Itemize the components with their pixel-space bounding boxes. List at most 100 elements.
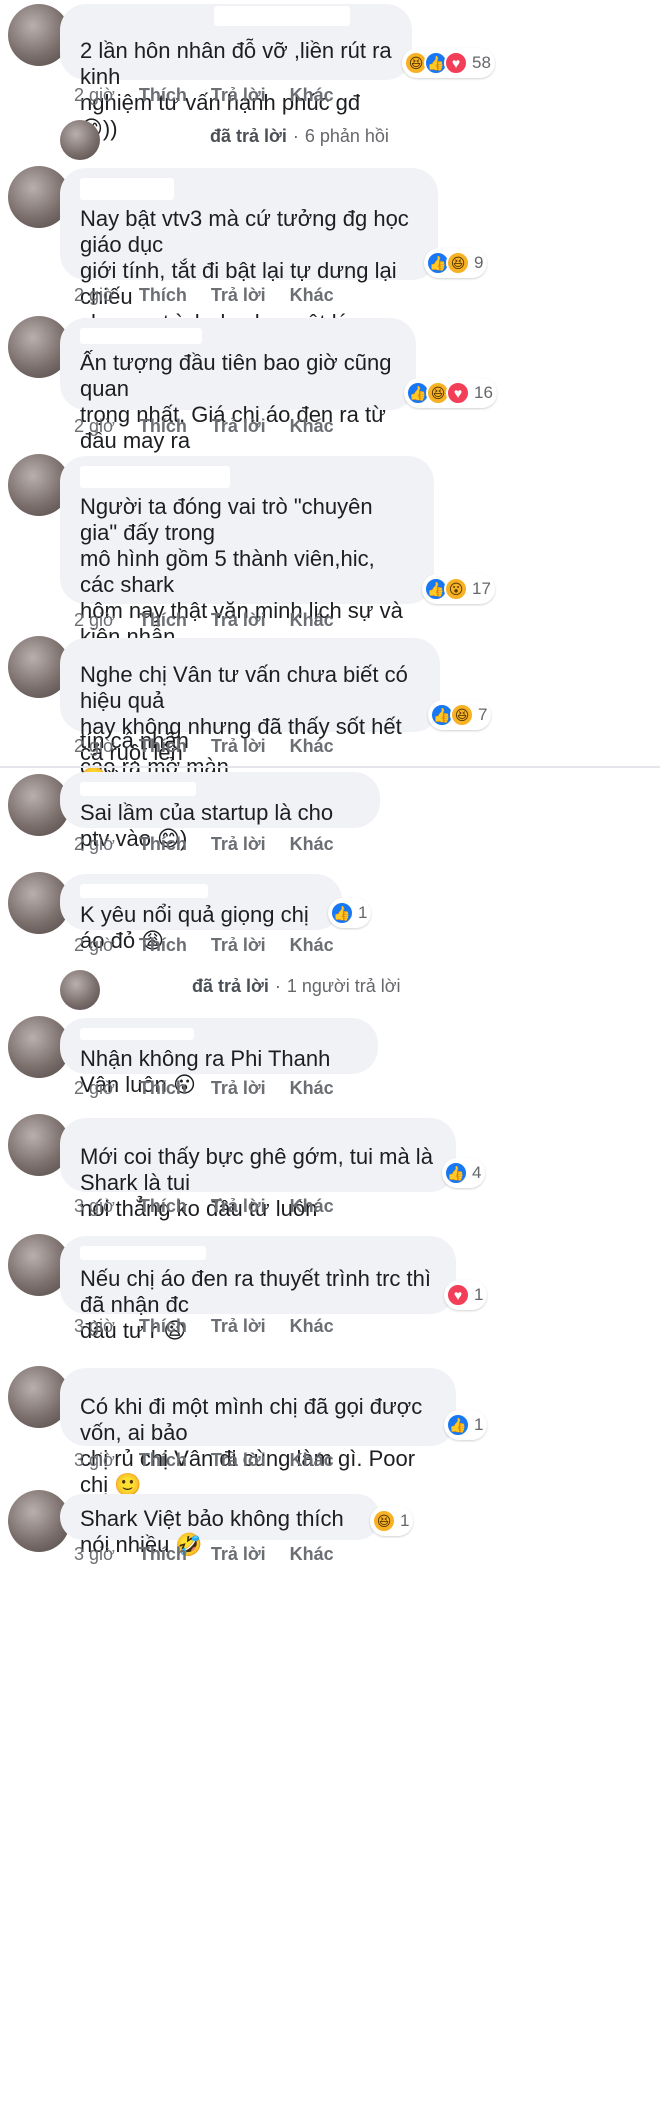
like-button[interactable]: Thích	[139, 1078, 187, 1099]
reply-button[interactable]: Trả lời	[211, 834, 266, 855]
reply-button[interactable]: Trả lời	[211, 1078, 266, 1099]
comment-actions: 3 giờ Thích Trả lời Khác	[74, 1196, 334, 1217]
more-button[interactable]: Khác	[290, 285, 334, 306]
replies-count: 1 người trả lời	[286, 976, 401, 996]
reply-button[interactable]: Trả lời	[211, 416, 266, 437]
commenter-name[interactable]	[214, 6, 350, 26]
commenter-name[interactable]	[80, 178, 174, 200]
replies-count: 6 phản hồi	[304, 126, 389, 146]
commenter-name[interactable]	[80, 1246, 206, 1260]
comment-time[interactable]: 3 giờ	[74, 1316, 115, 1337]
commenter-name[interactable]	[80, 466, 230, 488]
reaction-count: 7	[478, 705, 488, 724]
reply-button[interactable]: Trả lời	[211, 1544, 266, 1565]
more-button[interactable]: Khác	[290, 834, 334, 855]
reply-button[interactable]: Trả lời	[211, 85, 266, 106]
comment-time[interactable]: 3 giờ	[74, 1544, 115, 1565]
more-button[interactable]: Khác	[290, 1316, 334, 1337]
comment-bubble: Nếu chị áo đen ra thuyết trình trc thì đ…	[60, 1236, 456, 1343]
comment-time[interactable]: 2 giờ	[74, 834, 115, 855]
more-button[interactable]: Khác	[290, 1196, 334, 1217]
comment-time[interactable]: 2 giờ	[74, 610, 115, 631]
comment-bubble: Shark Việt bảo không thích nói nhiều 🤣	[60, 1494, 380, 1557]
comment-bubble: Nhận không ra Phi Thanh Vân luôn 😮	[60, 1018, 378, 1097]
divider	[0, 766, 660, 768]
haha-icon: 😆	[372, 1509, 396, 1533]
commenter-name[interactable]	[80, 1028, 194, 1040]
reaction-summary[interactable]: 👍 4	[442, 1158, 486, 1188]
reply-button[interactable]: Trả lời	[211, 1196, 266, 1217]
haha-icon: 😆	[446, 251, 470, 275]
comment-bubble: Ấn tượng đầu tiên bao giờ cũng quan trọn…	[60, 318, 416, 479]
commenter-name[interactable]	[80, 782, 196, 796]
commenter-name[interactable]	[80, 884, 208, 898]
comment-bubble: Có khi đi một mình chị đã gọi được vốn, …	[60, 1368, 456, 1497]
replied-label: đã trả lời	[210, 126, 287, 146]
reply-button[interactable]: Trả lời	[211, 610, 266, 631]
reaction-summary[interactable]: 😆 1	[370, 1506, 414, 1536]
like-button[interactable]: Thích	[139, 935, 187, 956]
like-button[interactable]: Thích	[139, 1450, 187, 1471]
like-button[interactable]: Thích	[139, 1316, 187, 1337]
more-button[interactable]: Khác	[290, 1078, 334, 1099]
like-button[interactable]: Thích	[139, 285, 187, 306]
like-button[interactable]: Thích	[139, 834, 187, 855]
commenter-name[interactable]	[80, 328, 202, 344]
comment-bubble: 2 lần hôn nhân đỗ vỡ ,liền rút ra kinh n…	[60, 4, 412, 141]
like-button[interactable]: Thích	[139, 1544, 187, 1565]
comment-bubble: Sai lầm của startup là cho ptv vào 😊)	[60, 772, 380, 851]
love-icon: ♥	[446, 1283, 470, 1307]
comment-time[interactable]: 2 giờ	[74, 416, 115, 437]
comment-bubble: Nay bật vtv3 mà cứ tưởng đg học giáo dục…	[60, 168, 438, 387]
comment-actions: 2 giờ Thích Trả lời Khác	[74, 935, 334, 956]
wow-icon: 😮	[444, 577, 468, 601]
like-button[interactable]: Thích	[139, 85, 187, 106]
reaction-summary[interactable]: 👍 😆 7	[428, 700, 492, 730]
love-icon: ♥	[444, 51, 468, 75]
reaction-summary[interactable]: 👍 1	[328, 898, 372, 928]
view-replies-link[interactable]: đã trả lời · 1 người trả lời	[60, 976, 401, 997]
comment-bubble: Nghe chị Vân tư vấn chưa biết có hiệu qu…	[60, 638, 440, 791]
reaction-count: 58	[472, 53, 491, 72]
more-button[interactable]: Khác	[290, 736, 334, 757]
reaction-count: 9	[474, 253, 484, 272]
comment-time[interactable]: 2 giờ	[74, 935, 115, 956]
separator-dot: ·	[292, 126, 299, 146]
more-button[interactable]: Khác	[290, 1450, 334, 1471]
comment-actions: 2 giờ Thích Trả lời Khác	[74, 285, 334, 306]
reaction-summary[interactable]: ♥ 1	[444, 1280, 488, 1310]
comment-time[interactable]: 2 giờ	[74, 285, 115, 306]
reply-button[interactable]: Trả lời	[211, 935, 266, 956]
more-button[interactable]: Khác	[290, 610, 334, 631]
reaction-summary[interactable]: 👍 😆 9	[424, 248, 488, 278]
more-button[interactable]: Khác	[290, 85, 334, 106]
replied-label: đã trả lời	[192, 976, 269, 996]
like-button[interactable]: Thích	[139, 736, 187, 757]
reaction-summary[interactable]: 😆 👍 ♥ 58	[402, 48, 495, 78]
like-button[interactable]: Thích	[139, 416, 187, 437]
reaction-summary[interactable]: 👍 1	[444, 1410, 488, 1440]
reply-button[interactable]: Trả lời	[211, 1450, 266, 1471]
view-replies-link[interactable]: đã trả lời · 6 phản hồi	[60, 126, 389, 147]
more-button[interactable]: Khác	[290, 1544, 334, 1565]
reaction-summary[interactable]: 👍 😮 17	[422, 574, 495, 604]
more-button[interactable]: Khác	[290, 935, 334, 956]
comment-time[interactable]: 3 giờ	[74, 1450, 115, 1471]
comment-time[interactable]: 3 giờ	[74, 1196, 115, 1217]
reaction-count: 1	[474, 1285, 484, 1304]
comment-actions: 2 giờ Thích Trả lời Khác	[74, 416, 334, 437]
comment-time[interactable]: 2 giờ	[74, 85, 115, 106]
comment-time[interactable]: 2 giờ	[74, 736, 115, 757]
like-icon: 👍	[446, 1413, 470, 1437]
reply-button[interactable]: Trả lời	[211, 285, 266, 306]
comment-actions: 2 giờ Thích Trả lời Khác	[74, 610, 334, 631]
comment-bubble: Người ta đóng vai trò "chuyên gia" đấy t…	[60, 456, 434, 779]
reply-button[interactable]: Trả lời	[211, 1316, 266, 1337]
reaction-summary[interactable]: 👍 😆 ♥ 16	[404, 378, 497, 408]
like-button[interactable]: Thích	[139, 610, 187, 631]
comment-actions: 3 giờ Thích Trả lời Khác	[74, 1544, 334, 1565]
like-button[interactable]: Thích	[139, 1196, 187, 1217]
more-button[interactable]: Khác	[290, 416, 334, 437]
comment-time[interactable]: 2 giờ	[74, 1078, 115, 1099]
reply-button[interactable]: Trả lời	[211, 736, 266, 757]
